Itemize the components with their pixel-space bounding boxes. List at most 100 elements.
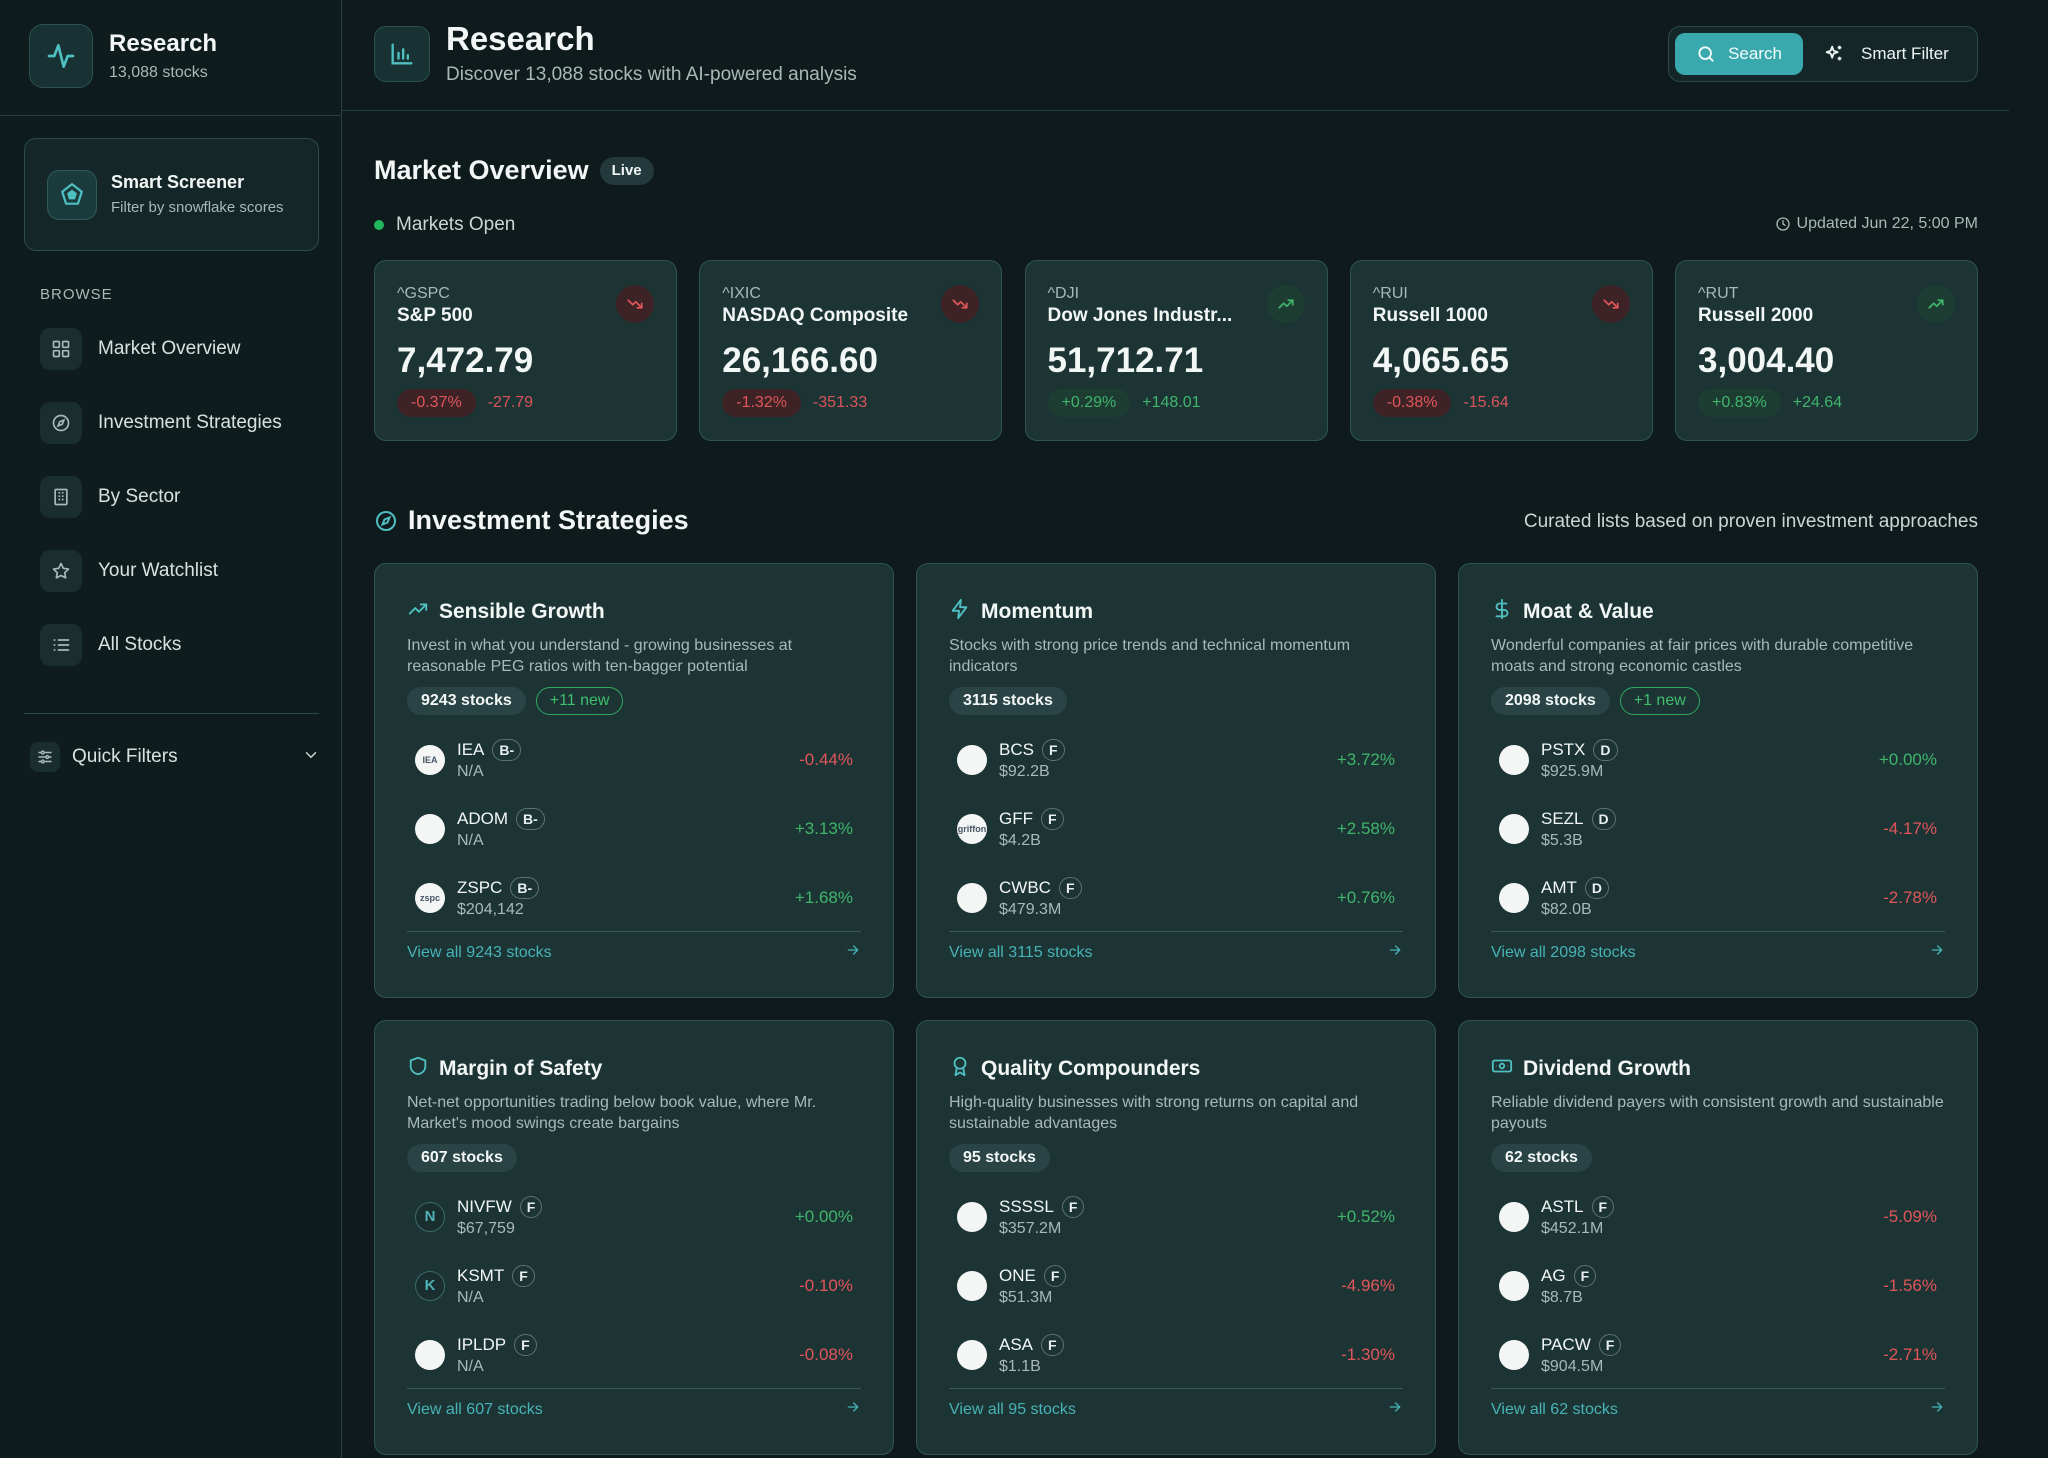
stock-change: -5.09% xyxy=(1883,1206,1937,1226)
view-all-label: View all 95 stocks xyxy=(949,1400,1076,1418)
stock-ticker: PACW xyxy=(1541,1334,1591,1354)
strategies-header: Investment Strategies xyxy=(374,505,689,536)
stock-row[interactable]: PSTX D $925.9M +0.00% xyxy=(1491,725,1945,794)
strategy-card[interactable]: Dividend Growth Reliable dividend payers… xyxy=(1458,1020,1978,1455)
stock-row[interactable]: AG F $8.7B -1.56% xyxy=(1491,1251,1945,1320)
market-status-text: Markets Open xyxy=(396,214,516,235)
view-all-link[interactable]: View all 95 stocks xyxy=(949,1388,1403,1420)
stock-ticker: KSMT xyxy=(457,1265,505,1285)
index-card[interactable]: ^DJI Dow Jones Industr... 51,712.71 +0.2… xyxy=(1024,260,1328,441)
strategy-card[interactable]: Quality Compounders High-quality busines… xyxy=(916,1020,1436,1455)
stock-row[interactable]: SEZL D $5.3B -4.17% xyxy=(1491,794,1945,863)
strategy-card[interactable]: Momentum Stocks with strong price trends… xyxy=(916,563,1436,998)
stock-row[interactable]: N NIVFW F $67,759 +0.00% xyxy=(407,1182,861,1251)
stock-list: N NIVFW F $67,759 +0.00% K KSMT F N/A -0… xyxy=(407,1182,861,1389)
view-all-link[interactable]: View all 607 stocks xyxy=(407,1388,861,1420)
company-logo xyxy=(957,1201,987,1232)
index-card[interactable]: ^IXIC NASDAQ Composite 26,166.60 -1.32% … xyxy=(699,260,1003,441)
stock-row[interactable]: ASTL F $452.1M -5.09% xyxy=(1491,1182,1945,1251)
company-logo xyxy=(1499,1270,1529,1301)
stock-change: +3.72% xyxy=(1336,749,1395,769)
strategy-title: Margin of Safety xyxy=(439,1056,603,1080)
sidebar-item-market-overview[interactable]: Market Overview xyxy=(40,327,241,371)
divider xyxy=(24,713,319,714)
strategy-card[interactable]: Margin of Safety Net-net opportunities t… xyxy=(374,1020,894,1455)
stock-row[interactable]: K KSMT F N/A -0.10% xyxy=(407,1251,861,1320)
sidebar-item-label: Investment Strategies xyxy=(98,412,282,433)
sidebar-item-watchlist[interactable]: Your Watchlist xyxy=(40,549,218,593)
company-logo xyxy=(957,882,987,913)
stock-ticker: ASA xyxy=(999,1334,1034,1354)
dollar-icon xyxy=(1491,598,1513,625)
index-card[interactable]: ^RUT Russell 2000 3,004.40 +0.83% +24.64 xyxy=(1675,260,1978,441)
stock-row[interactable]: ASA F $1.1B -1.30% xyxy=(949,1320,1403,1389)
smart-screener-card[interactable]: Smart Screener Filter by snowflake score… xyxy=(24,138,319,251)
arrow-right-icon xyxy=(1387,942,1403,963)
company-logo: IEA xyxy=(415,744,445,775)
stock-change: +0.52% xyxy=(1336,1206,1395,1226)
sidebar-item-all-stocks[interactable]: All Stocks xyxy=(40,623,181,667)
index-value: 3,004.40 xyxy=(1698,341,1835,380)
sidebar-item-label: Market Overview xyxy=(98,338,241,359)
index-changes: +0.29% +148.01 xyxy=(1047,389,1305,417)
arrow-right-icon xyxy=(1929,942,1945,963)
trending-up-icon xyxy=(1917,285,1955,323)
index-card[interactable]: ^RUI Russell 1000 4,065.65 -0.38% -15.64 xyxy=(1349,260,1653,441)
stock-row[interactable]: AMT D $82.0B -2.78% xyxy=(1491,863,1945,932)
view-all-link[interactable]: View all 9243 stocks xyxy=(407,931,861,963)
index-card[interactable]: ^GSPC S&P 500 7,472.79 -0.37% -27.79 xyxy=(374,260,677,441)
stock-row[interactable]: griffon GFF F $4.2B +2.58% xyxy=(949,794,1403,863)
screener-title: Smart Screener xyxy=(111,171,245,192)
stock-row[interactable]: IPLDP F N/A -0.08% xyxy=(407,1320,861,1389)
index-change-abs: +24.64 xyxy=(1792,394,1843,411)
index-changes: -0.38% -15.64 xyxy=(1372,389,1630,417)
quick-filters-toggle[interactable]: Quick Filters xyxy=(30,740,320,774)
stock-row[interactable]: BCS F $92.2B +3.72% xyxy=(949,725,1403,794)
quick-filters-label: Quick Filters xyxy=(72,746,178,767)
view-all-label: View all 607 stocks xyxy=(407,1400,543,1418)
index-name: Russell 2000 xyxy=(1698,305,1814,326)
market-cap: $204,142 xyxy=(457,900,524,918)
sidebar-item-by-sector[interactable]: By Sector xyxy=(40,475,180,519)
strategy-card[interactable]: Sensible Growth Invest in what you under… xyxy=(374,563,894,998)
stock-row[interactable]: PACW F $904.5M -2.71% xyxy=(1491,1320,1945,1389)
market-cap: N/A xyxy=(457,831,484,849)
stock-change: -1.56% xyxy=(1883,1275,1937,1295)
market-cap: N/A xyxy=(457,1288,484,1306)
stock-row[interactable]: SSSSL F $357.2M +0.52% xyxy=(949,1182,1403,1251)
stock-ticker: ADOM xyxy=(457,808,508,828)
market-cap: $479.3M xyxy=(999,900,1062,918)
company-logo xyxy=(1499,1339,1529,1370)
company-logo xyxy=(1499,813,1529,844)
view-all-link[interactable]: View all 3115 stocks xyxy=(949,931,1403,963)
grade-badge: F xyxy=(519,1195,543,1218)
stock-change: +0.00% xyxy=(794,1206,853,1226)
stock-row[interactable]: ADOM B- N/A +3.13% xyxy=(407,794,861,863)
view-all-label: View all 62 stocks xyxy=(1491,1400,1618,1418)
index-change-percent: -1.32% xyxy=(722,389,801,417)
search-button[interactable]: Search xyxy=(1675,33,1803,75)
strategy-description: Reliable dividend payers with consistent… xyxy=(1491,1094,1944,1132)
page-header: Research Discover 13,088 stocks with AI-… xyxy=(342,0,2009,111)
pentagon-icon xyxy=(47,169,97,220)
stock-row[interactable]: IEA IEA B- N/A -0.44% xyxy=(407,725,861,794)
stock-row[interactable]: CWBC F $479.3M +0.76% xyxy=(949,863,1403,932)
compass-icon xyxy=(40,402,82,444)
list-icon xyxy=(40,624,82,666)
view-all-link[interactable]: View all 62 stocks xyxy=(1491,1388,1945,1420)
sidebar-item-investment-strategies[interactable]: Investment Strategies xyxy=(40,401,282,445)
brand[interactable]: Research 13,088 stocks xyxy=(29,24,217,88)
grade-badge: F xyxy=(514,1333,537,1356)
strategy-title: Moat & Value xyxy=(1523,599,1654,623)
stock-row[interactable]: ONE F $51.3M -4.96% xyxy=(949,1251,1403,1320)
company-logo xyxy=(957,1339,987,1370)
clock-icon xyxy=(1775,217,1790,231)
stock-row[interactable]: zspc ZSPC B- $204,142 +1.68% xyxy=(407,863,861,932)
grade-badge: F xyxy=(512,1264,535,1287)
stock-ticker: AG xyxy=(1541,1265,1566,1285)
strategy-title: Dividend Growth xyxy=(1523,1056,1691,1080)
smart-filter-button[interactable]: Smart Filter xyxy=(1823,43,1949,65)
strategy-card[interactable]: Moat & Value Wonderful companies at fair… xyxy=(1458,563,1978,998)
view-all-link[interactable]: View all 2098 stocks xyxy=(1491,931,1945,963)
stock-change: +2.58% xyxy=(1336,818,1395,838)
